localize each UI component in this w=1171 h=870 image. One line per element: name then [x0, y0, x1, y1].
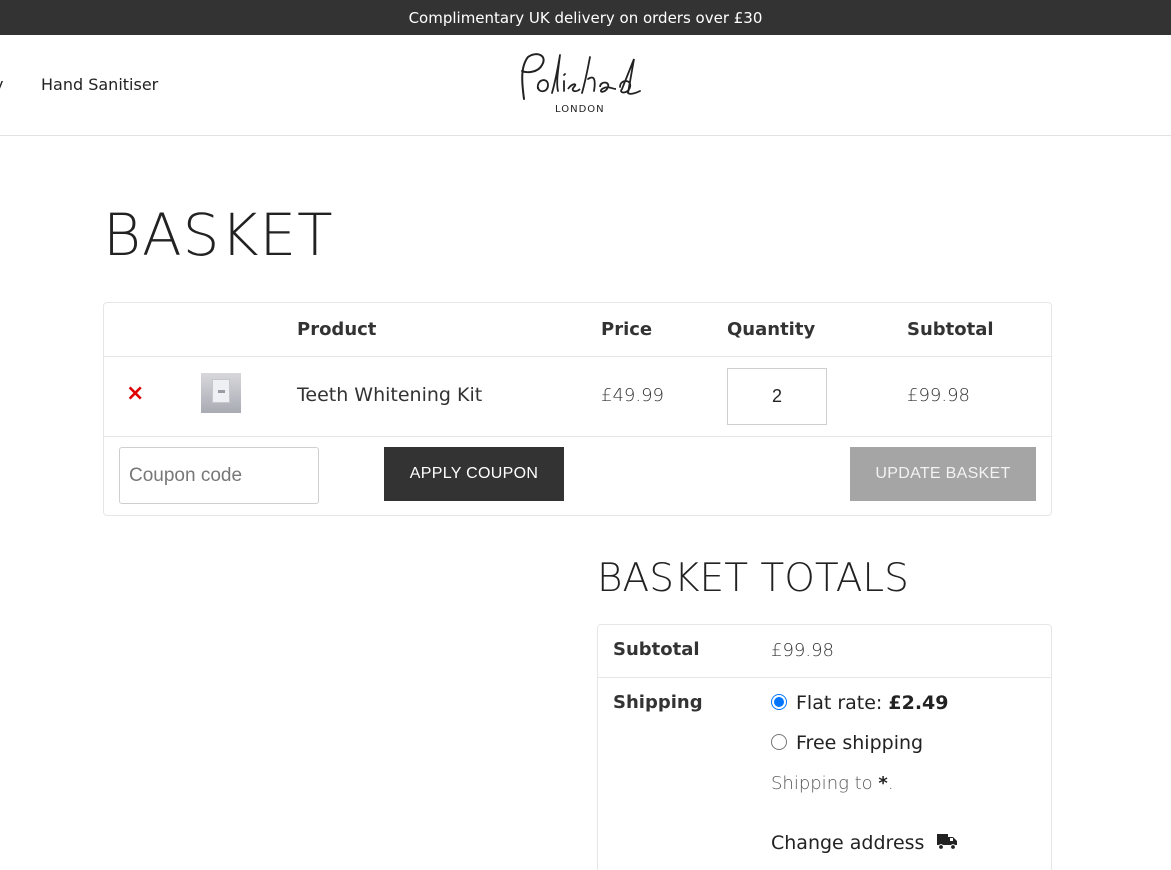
shipping-to-prefix: Shipping to — [771, 773, 879, 794]
col-price: Price — [601, 319, 653, 340]
shipping-to-destination: * — [878, 773, 888, 794]
update-basket-button[interactable]: UPDATE BASKET — [850, 447, 1036, 501]
free-shipping-radio[interactable] — [771, 734, 787, 750]
logo-subtitle: LONDON — [555, 104, 605, 115]
shipping-to-suffix: . — [887, 773, 894, 794]
logo-script — [521, 53, 641, 100]
cart-header-row: Product Price Quantity Subtotal — [104, 303, 1051, 357]
logo[interactable]: LONDON — [508, 49, 648, 119]
site-header: y Hand Sanitiser LONDON — [0, 35, 1171, 136]
flat-rate-amount: £2.49 — [888, 692, 949, 714]
flat-rate-label: Flat rate: — [796, 692, 889, 714]
item-price: £49.99 — [601, 385, 664, 406]
shipping-destination: Shipping to *. — [771, 773, 894, 794]
quantity-input[interactable] — [727, 368, 827, 425]
totals-subtotal-value: £99.98 — [771, 640, 834, 661]
free-shipping-option[interactable]: Free shipping — [796, 732, 923, 754]
nav-item-hand-sanitiser[interactable]: Hand Sanitiser — [41, 75, 158, 94]
truck-icon[interactable] — [936, 831, 958, 851]
announcement-bar: Complimentary UK delivery on orders over… — [0, 0, 1171, 35]
product-thumbnail[interactable] — [201, 373, 241, 413]
nav-item-partial[interactable]: y — [0, 75, 3, 94]
basket-totals-title: BASKET TOTALS — [597, 556, 909, 601]
change-address-link[interactable]: Change address — [771, 832, 924, 854]
totals-subtotal-row: Subtotal £99.98 — [598, 625, 1051, 678]
totals-subtotal-label: Subtotal — [613, 639, 700, 660]
col-subtotal: Subtotal — [907, 319, 994, 340]
flat-rate-radio[interactable] — [771, 694, 787, 710]
apply-coupon-button[interactable]: APPLY COUPON — [384, 447, 564, 501]
announcement-text: Complimentary UK delivery on orders over… — [408, 8, 763, 27]
product-name-link[interactable]: Teeth Whitening Kit — [297, 384, 482, 406]
totals-shipping-label: Shipping — [613, 692, 703, 713]
coupon-code-input[interactable] — [119, 447, 319, 504]
flat-rate-option[interactable]: Flat rate: £2.49 — [796, 692, 948, 714]
remove-item-icon[interactable]: × — [126, 383, 144, 405]
col-quantity: Quantity — [727, 319, 816, 340]
cart-item-row: × Teeth Whitening Kit £49.99 £99.98 — [104, 357, 1051, 437]
basket-totals-table: Subtotal £99.98 Shipping Flat rate: £2.4… — [597, 624, 1052, 870]
page-title: BASKET — [103, 201, 334, 269]
cart-table: Product Price Quantity Subtotal × Teeth … — [103, 302, 1052, 516]
item-subtotal: £99.98 — [907, 385, 970, 406]
col-product: Product — [297, 319, 377, 340]
